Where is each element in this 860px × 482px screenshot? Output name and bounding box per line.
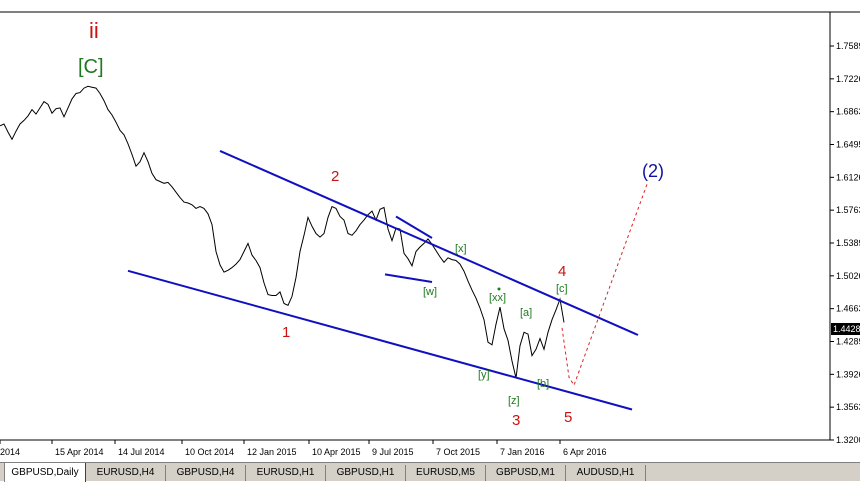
wave-label-c-major: [C] <box>78 56 104 78</box>
wave-label-ii: ii <box>89 18 99 43</box>
chart-tab[interactable]: EURUSD,H1 <box>246 465 326 481</box>
chart-tab[interactable]: EURUSD,H4 <box>86 465 166 481</box>
time-tick-label: 10 Apr 2015 <box>312 447 361 457</box>
price-tick-label: 1.7226 <box>836 74 860 84</box>
price-chart[interactable]: 1.7589 1.7226 1.6863 1.6495 1.6126 1.5763 1.53… <box>0 0 860 462</box>
price-tick-label: 1.6863 <box>836 107 860 117</box>
wave-label-2-projected: (2) <box>642 161 664 181</box>
price-tick-label: 1.5763 <box>836 205 860 215</box>
time-tick-label: 6 Apr 2016 <box>563 447 607 457</box>
chart-tab[interactable]: GBPUSD,H1 <box>326 465 406 481</box>
time-tick-label: 7 Jan 2016 <box>500 447 545 457</box>
price-tick-label: 1.5389 <box>836 238 860 248</box>
chart-tab-bar: GBPUSD,Daily EURUSD,H4 GBPUSD,H4 EURUSD,H1 G… <box>0 462 860 482</box>
wave-label-z: [z] <box>508 395 520 407</box>
chart-tab[interactable]: GBPUSD,M1 <box>486 465 566 481</box>
wave-label-4: 4 <box>558 263 566 280</box>
price-tick-label: 1.4663 <box>836 304 860 314</box>
wave-label-b: [b] <box>537 378 549 390</box>
price-tick-label: 1.5026 <box>836 271 860 281</box>
chart-tab[interactable]: AUDUSD,H1 <box>566 465 646 481</box>
wave-label-5: 5 <box>564 409 572 426</box>
price-tick-label: 1.3926 <box>836 369 860 379</box>
time-tick-label: 15 Apr 2014 <box>55 447 104 457</box>
time-tick-label: 7 Oct 2015 <box>436 447 480 457</box>
price-tick-label: 1.4289 <box>836 337 860 347</box>
price-tick-label: 1.6126 <box>836 172 860 182</box>
current-price-label: 1.4428 <box>833 324 860 334</box>
wave-label-1: 1 <box>282 324 290 341</box>
wave-label-3: 3 <box>512 412 520 429</box>
wave-label-2: 2 <box>331 168 339 185</box>
wave-xx-marker-dot <box>497 287 501 291</box>
chart-tab[interactable]: GBPUSD,H4 <box>166 465 246 481</box>
price-tick-label: 1.7589 <box>836 41 860 51</box>
time-tick-label: 2014 <box>0 447 20 457</box>
chart-tab[interactable]: EURUSD,M5 <box>406 465 486 481</box>
price-tick-label: 1.6495 <box>836 140 860 150</box>
price-tick-label: 1.3563 <box>836 402 860 412</box>
wave-label-x: [x] <box>455 243 467 255</box>
chart-svg[interactable]: 1.7589 1.7226 1.6863 1.6495 1.6126 1.5763 1.53… <box>0 0 860 462</box>
wave-label-y: [y] <box>478 369 490 381</box>
wave-label-a: [a] <box>520 307 532 319</box>
time-tick-label: 10 Oct 2014 <box>185 447 234 457</box>
chart-tab[interactable]: GBPUSD,Daily <box>4 463 86 482</box>
price-tick-label: 1.3200 <box>836 435 860 445</box>
time-tick-label: 14 Jul 2014 <box>118 447 165 457</box>
wave-label-c-minor: [c] <box>556 283 568 295</box>
wave-label-xx: [xx] <box>489 292 506 304</box>
time-tick-label: 9 Jul 2015 <box>372 447 414 457</box>
time-tick-label: 12 Jan 2015 <box>247 447 297 457</box>
wave-label-w: [w] <box>423 286 437 298</box>
chart-background <box>0 0 860 462</box>
